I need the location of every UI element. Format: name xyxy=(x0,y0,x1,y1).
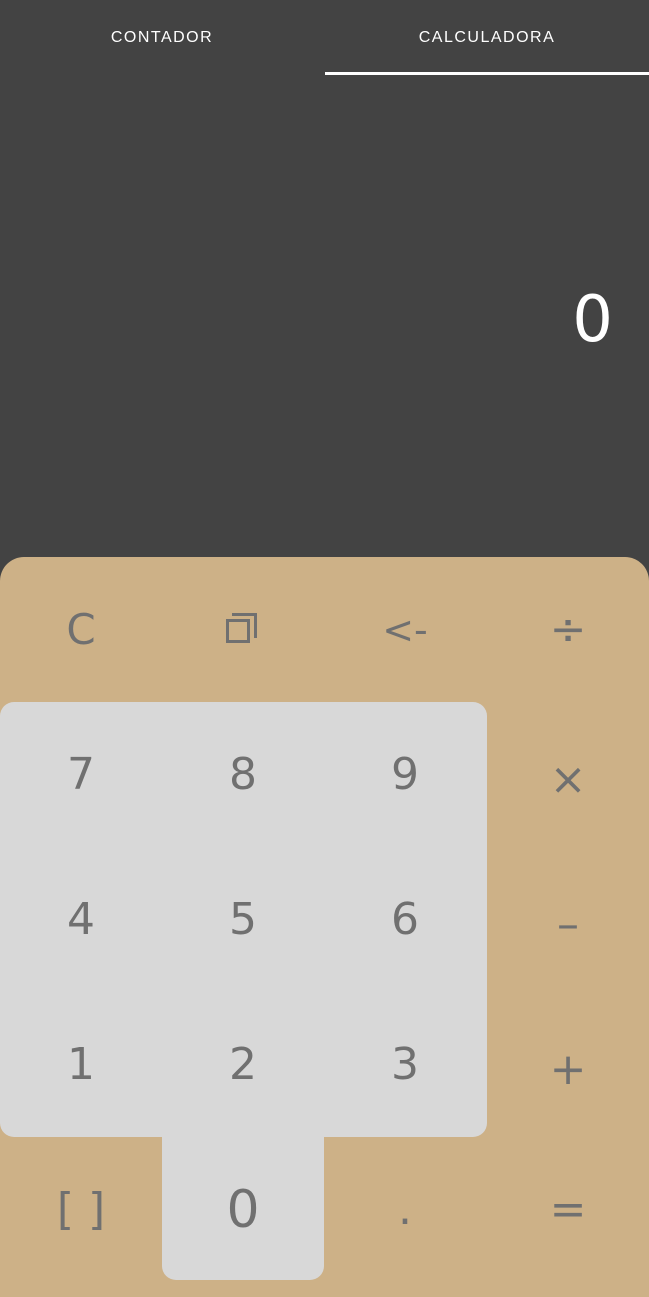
decimal-button[interactable]: . xyxy=(324,1137,486,1282)
digit-6-button[interactable]: 6 xyxy=(324,847,486,992)
divide-button[interactable]: ÷ xyxy=(487,557,649,702)
digit-1-button[interactable]: 1 xyxy=(0,992,162,1137)
tab-calculadora-label: CALCULADORA xyxy=(418,29,556,46)
plus-button[interactable]: + xyxy=(487,997,649,1142)
minus-button[interactable]: – xyxy=(487,852,649,997)
tab-contador[interactable]: CONTADOR xyxy=(0,0,324,77)
backspace-button[interactable]: <- xyxy=(324,557,486,702)
tab-contador-label: CONTADOR xyxy=(110,29,214,46)
clear-button[interactable]: C xyxy=(0,557,162,702)
copy-button[interactable] xyxy=(162,557,324,702)
digit-7-button[interactable]: 7 xyxy=(0,702,162,847)
digit-5-button[interactable]: 5 xyxy=(162,847,324,992)
tab-calculadora[interactable]: CALCULADORA xyxy=(325,0,649,77)
digit-3-button[interactable]: 3 xyxy=(324,992,486,1137)
equals-button[interactable]: = xyxy=(487,1137,649,1282)
result-display: 0 xyxy=(572,283,613,357)
digit-9-button[interactable]: 9 xyxy=(324,702,486,847)
tab-indicator xyxy=(325,72,649,75)
multiply-button[interactable]: × xyxy=(487,707,649,852)
digit-0-button[interactable]: 0 xyxy=(162,1137,324,1282)
brackets-button[interactable]: [ ] xyxy=(0,1137,162,1282)
digit-8-button[interactable]: 8 xyxy=(162,702,324,847)
tab-bar: CONTADOR CALCULADORA xyxy=(0,0,649,76)
digit-2-button[interactable]: 2 xyxy=(162,992,324,1137)
digit-4-button[interactable]: 4 xyxy=(0,847,162,992)
copy-icon xyxy=(226,612,260,647)
